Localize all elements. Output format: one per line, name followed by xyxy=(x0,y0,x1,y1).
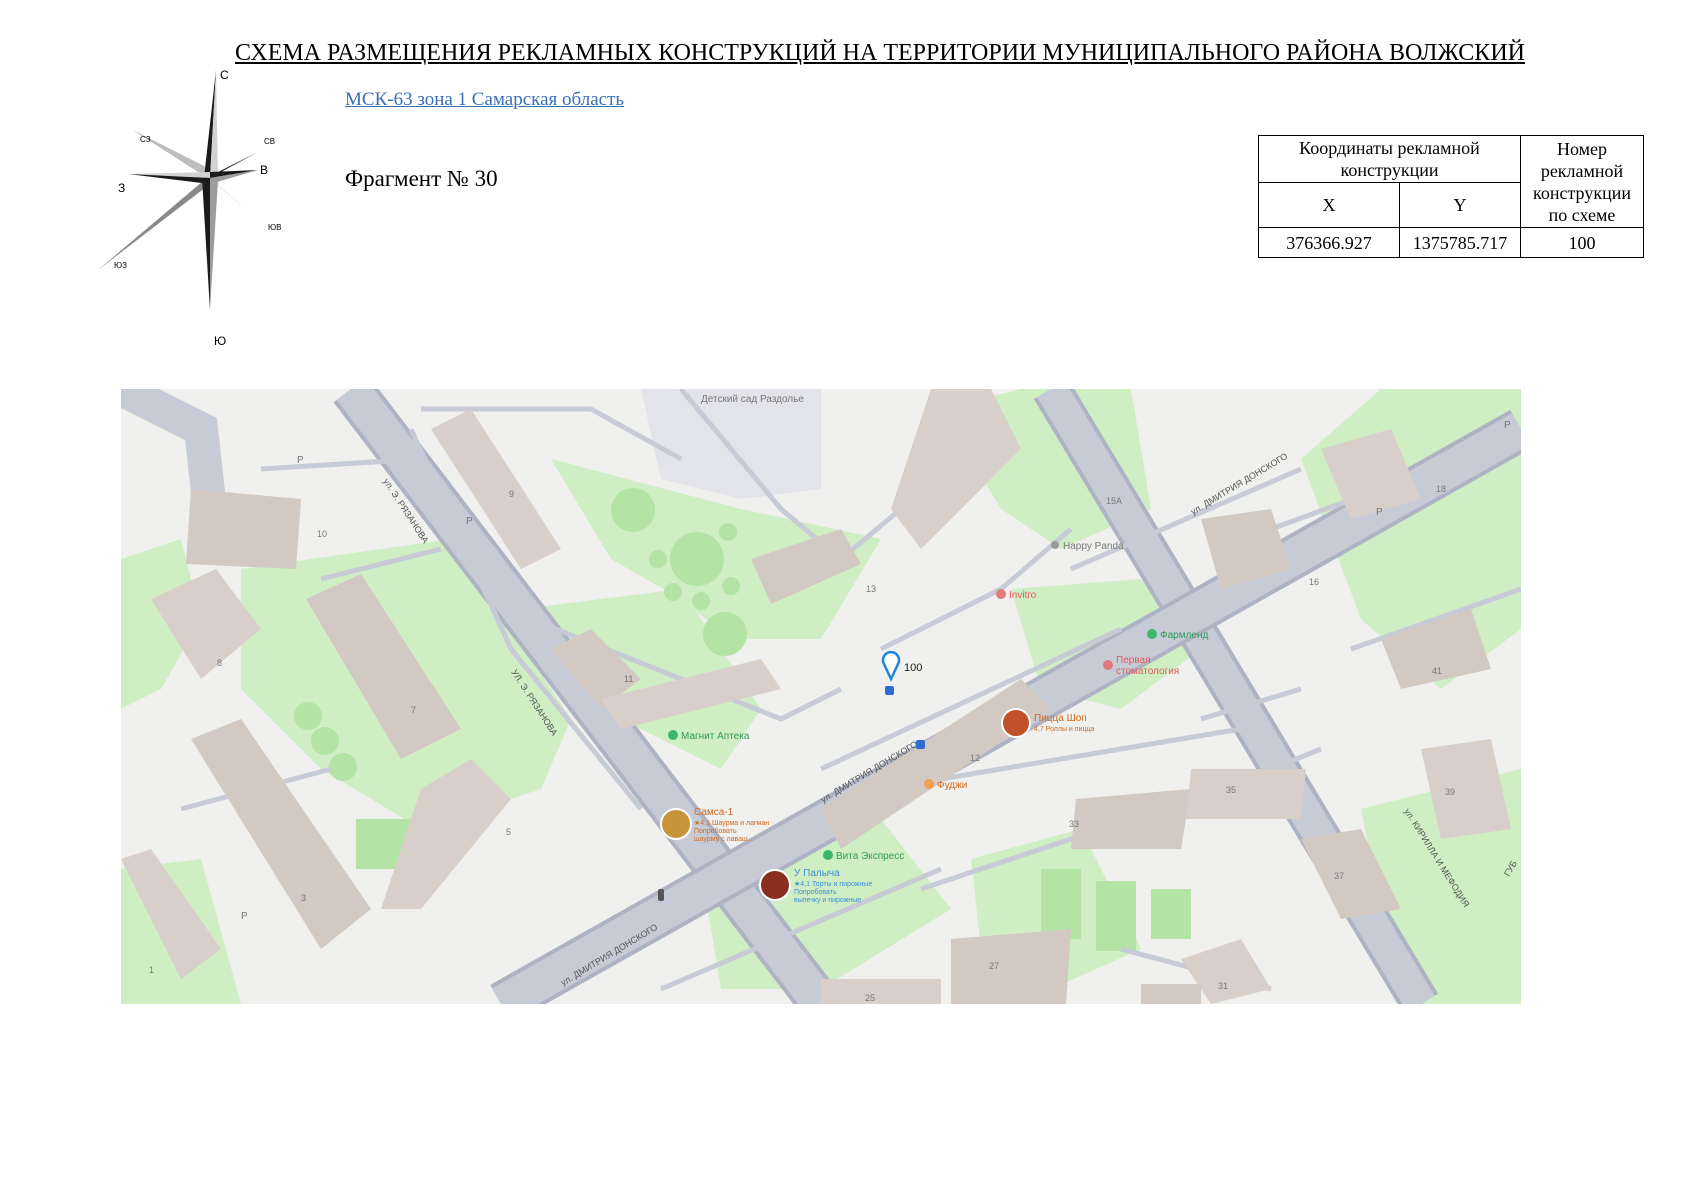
building-27: 27 xyxy=(989,961,999,971)
pizza-photo-icon xyxy=(1001,708,1031,738)
poi-farmlend: Фармленд xyxy=(1160,630,1209,641)
poi-kindergarten: Детский сад Раздолье xyxy=(701,394,804,405)
fragment-number: Фрагмент № 30 xyxy=(345,166,498,191)
compass-n: С xyxy=(220,70,229,82)
poi-samsa-sub1: ★4,1 Шаурма и лагман xyxy=(694,819,769,827)
dentistry-icon xyxy=(1103,660,1113,670)
poi-pizza: Пицца Шоп xyxy=(1034,713,1087,724)
poi-samsa-sub3: шаурму с лаваш.. xyxy=(694,836,752,843)
ad-marker-label: 100 xyxy=(904,662,922,674)
header-x: X xyxy=(1258,182,1400,228)
poi-happy-panda: Happy Panda xyxy=(1063,541,1124,552)
compass-se: ЮВ xyxy=(268,223,281,232)
compass-ne: СВ xyxy=(264,137,275,146)
poi-magnit: Магнит Аптека xyxy=(681,731,750,742)
building-39: 39 xyxy=(1445,787,1455,797)
crs-link[interactable]: МСК-63 зона 1 Самарская область xyxy=(345,89,624,111)
building-13: 13 xyxy=(866,584,876,594)
header-coords: Координаты рекламной конструкции xyxy=(1258,135,1521,183)
poi-upalycha-sub2: Попробовать xyxy=(794,888,837,896)
poi-invitro: Invitro xyxy=(1009,590,1037,601)
poi-upalycha-sub3: выпечку и пирожные xyxy=(794,897,861,904)
building-33: 33 xyxy=(1069,819,1079,829)
parking-4: Р xyxy=(1376,507,1383,518)
building-1: 1 xyxy=(149,965,154,975)
document-title-wrap: СХЕМА РАЗМЕЩЕНИЯ РЕКЛАМНЫХ КОНСТРУКЦИЙ Н… xyxy=(0,40,1697,67)
compass-w: З xyxy=(118,181,125,195)
building-10: 10 xyxy=(317,529,327,539)
poi-upalycha: У Палыча xyxy=(794,868,840,879)
cell-x: 376366.927 xyxy=(1258,227,1400,258)
building-9: 9 xyxy=(509,489,514,499)
coordinates-table: Координаты рекламной конструкции Номер р… xyxy=(1258,135,1644,258)
building-11: 11 xyxy=(624,674,633,684)
upalycha-photo-icon xyxy=(759,869,791,901)
parking-3: Р xyxy=(241,911,248,922)
building-8: 8 xyxy=(217,658,222,668)
building-25: 25 xyxy=(865,993,875,1003)
building-31: 31 xyxy=(1218,981,1228,991)
document-title: СХЕМА РАЗМЕЩЕНИЯ РЕКЛАМНЫХ КОНСТРУКЦИЙ Н… xyxy=(235,40,1525,66)
bus-stop-icon-2 xyxy=(916,740,925,749)
building-15a: 15А xyxy=(1106,496,1122,506)
vita-icon xyxy=(823,850,833,860)
map-fragment[interactable]: 9 10 8 7 3 1 5 11 13 15А 12 33 35 27 25 … xyxy=(121,389,1521,1004)
traffic-light-icon xyxy=(658,889,664,901)
fuji-icon xyxy=(924,779,934,789)
building-16: 16 xyxy=(1309,577,1319,587)
cell-number: 100 xyxy=(1520,227,1644,258)
compass-e: В xyxy=(260,163,268,177)
building-18: 18 xyxy=(1436,484,1446,494)
compass-s: Ю xyxy=(214,334,226,348)
building-12: 12 xyxy=(970,753,980,763)
poi-samsa-sub2: Попробовать xyxy=(694,827,737,835)
building-3: 3 xyxy=(301,893,306,903)
parking-1: Р xyxy=(297,455,304,466)
poi-samsa: Самса-1 xyxy=(694,807,734,818)
pharmacy-icon xyxy=(1147,629,1157,639)
poi-pizza-sub: 4,7 Роллы и пицца xyxy=(1034,726,1094,733)
poi-dentistry-2: стоматология xyxy=(1116,666,1179,677)
poi-dentistry-1: Первая xyxy=(1116,655,1151,666)
building-5: 5 xyxy=(506,827,511,837)
parking-2: Р xyxy=(466,516,473,527)
building-7: 7 xyxy=(411,705,416,715)
samsa-photo-icon xyxy=(660,808,692,840)
poi-fuji: Фуджи xyxy=(937,780,967,791)
magnit-icon xyxy=(668,730,678,740)
building-37: 37 xyxy=(1334,871,1344,881)
compass-nw: СЗ xyxy=(140,135,151,144)
map-canvas: 9 10 8 7 3 1 5 11 13 15А 12 33 35 27 25 … xyxy=(121,389,1521,1004)
parking-5: Р xyxy=(1504,420,1511,431)
bus-stop-icon xyxy=(885,686,894,695)
poi-vita: Вита Экспресс xyxy=(836,851,904,862)
building-41: 41 xyxy=(1432,666,1442,676)
invitro-icon xyxy=(996,589,1006,599)
header-y: Y xyxy=(1399,182,1521,228)
poi-upalycha-sub1: ★4,1 Торты и пирожные xyxy=(794,880,872,888)
compass-rose-icon: С Ю В З СВ СЗ ЮВ ЮЗ xyxy=(98,70,281,348)
cell-y: 1375785.717 xyxy=(1399,227,1521,258)
header-number: Номер рекламной конструкции по схеме xyxy=(1520,135,1644,228)
compass-sw: ЮЗ xyxy=(114,261,127,270)
building-35: 35 xyxy=(1226,785,1236,795)
